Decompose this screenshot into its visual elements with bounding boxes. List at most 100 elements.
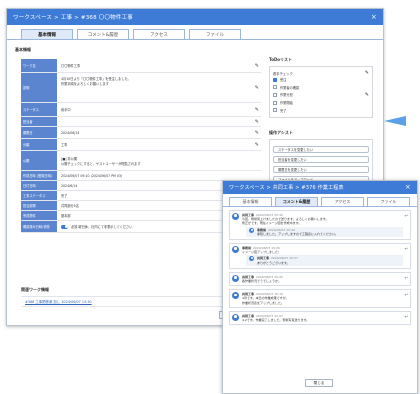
comment-item: 共同工事 2024/06/07 15:07 4.2です。作業完了しました。現場写真… xyxy=(229,310,411,326)
due-date-value: 2024/06/14 xyxy=(61,130,80,135)
reply-item: 事務局 2024/06/07 15:40 承知しました。アップしますので工程表に入… xyxy=(246,226,403,238)
row-label: 分類 xyxy=(21,139,57,150)
checkbox[interactable] xyxy=(273,85,277,90)
status-value: 着手中 xyxy=(61,108,71,112)
row-label: 工事ステータス xyxy=(21,191,57,200)
section-title-basic: 基本情報 xyxy=(15,47,31,52)
reply-time: 2024/06/07 15:57 xyxy=(271,256,298,261)
reply-author: 共同工事 xyxy=(257,256,270,261)
window-title: ワークスペース > 工事 > #368 〇〇物件工事 xyxy=(13,15,133,21)
todo-box: 着手チェック ✎ 受注 作業者の確認 作業分担 ✎ 作業開始 完了 xyxy=(269,66,373,118)
comment-body: 共同工事 2024/06/07 15:10 4月です。本日の作業成果ですが、 作業… xyxy=(242,292,403,305)
window-titlebar: ワークスペース > 工事 > #368 〇〇物件工事 × xyxy=(7,9,383,25)
todo-item-label: 作業分担 xyxy=(280,93,293,98)
todo-item[interactable]: 作業者の確認 xyxy=(273,83,369,90)
reply-icon[interactable]: ↩ xyxy=(405,246,408,266)
reply-text: ありがとうございます。 xyxy=(257,260,290,265)
table-row: 担当者 ✎ xyxy=(21,117,261,127)
row-label: ステータス xyxy=(21,103,57,116)
close-icon[interactable]: × xyxy=(371,13,377,21)
toggle-switch[interactable] xyxy=(61,224,68,229)
table-row: ワーク名 〇〇物件工事 ✎ xyxy=(21,59,261,73)
tab-files[interactable]: ファイル xyxy=(367,197,410,206)
row-value: [■] 非公開 公開チェックにすると、ゲストユーザーが閲覧されます xyxy=(57,151,261,170)
avatar xyxy=(232,246,239,254)
close-icon[interactable]: × xyxy=(405,184,411,191)
assist-title: 操作アシスト xyxy=(269,129,293,135)
confirm-value: 必須 曜日休、社内にて非表示してください xyxy=(71,225,133,229)
tab-comments-history[interactable]: コメント&履歴 xyxy=(77,29,129,39)
reply-icon[interactable]: ↩ xyxy=(405,213,408,237)
avatar xyxy=(249,256,254,262)
pencil-icon[interactable]: ✎ xyxy=(255,130,259,136)
assist-button-due[interactable]: 期限日を変更したい xyxy=(273,165,369,173)
comment-text: イメージ図アップしました！ xyxy=(242,250,281,255)
row-value: 〇〇物件工事 ✎ xyxy=(57,59,261,72)
row-label: ワーク名 xyxy=(21,59,57,72)
row-value: ✎ xyxy=(57,117,261,126)
checkbox[interactable] xyxy=(273,108,277,113)
close-button[interactable]: 閉じる xyxy=(305,379,333,387)
tab-basic-info[interactable]: 基本情報 xyxy=(21,29,73,39)
comment-body: 共同工事 2024/06/07 15:40 今回、現場見上げましたので送ります。よ… xyxy=(242,213,403,238)
tab-bar: 基本情報 コメント&履歴 アクセス ファイル xyxy=(223,194,417,207)
row-label: 説明 xyxy=(21,73,57,102)
comment-item: 共同工事 2024/06/07 15:40 今回、現場見上げましたので送ります。よ… xyxy=(229,210,411,241)
reply-body: 共同工事 2024/06/07 15:57 ありがとうございます。 xyxy=(257,256,298,264)
pencil-icon[interactable]: ✎ xyxy=(255,85,259,91)
checkbox[interactable] xyxy=(273,100,277,105)
tab-files[interactable]: ファイル xyxy=(189,29,241,39)
avatar xyxy=(232,292,239,300)
tab-access[interactable]: アクセス xyxy=(133,29,185,39)
window-title: ワークスペース > 共同工事 > #376 作業工程表 xyxy=(229,185,344,191)
reply-icon[interactable]: ↩ xyxy=(405,292,408,305)
tab-basic-info[interactable]: 基本情報 xyxy=(229,197,272,206)
reply-icon[interactable]: ↩ xyxy=(405,275,408,283)
todo-panel: ToDoリスト 着手チェック ✎ 受注 作業者の確認 作業分担 ✎ 作業開始 完了… xyxy=(269,57,373,187)
pencil-icon[interactable]: ✎ xyxy=(255,119,259,125)
todo-item[interactable]: 受注 xyxy=(273,76,369,83)
visibility-value: [■] 非公開 公開チェックにすると、ゲストユーザーが閲覧されます xyxy=(61,156,141,166)
tab-access[interactable]: アクセス xyxy=(321,197,364,206)
todo-group-label: 着手チェック xyxy=(273,71,293,76)
comment-body: 事務局 2024/06/07 15:30 イメージ図アップしました！ 共同工事 20… xyxy=(242,246,403,266)
comment-text: 今回、現場見上げましたので送ります。よろしくお願いします。 修正がです。現在イメ… xyxy=(242,217,329,226)
todo-item-label: 受注 xyxy=(280,78,287,83)
table-row: 期限日 2024/06/14 ✎ xyxy=(21,127,261,139)
comment-history-window: ワークスペース > 共同工事 > #376 作業工程表 × 基本情報 コメント&… xyxy=(222,180,418,394)
reply-icon[interactable]: ↩ xyxy=(405,314,408,322)
comment-item: 共同工事 2024/06/07 15:20 各作業状況でうでしょうか。 ↩ xyxy=(229,271,411,287)
work-name-value: 〇〇物件工事 xyxy=(61,64,81,68)
row-label: 公開 xyxy=(21,151,57,170)
row-label: 担当者 xyxy=(21,117,57,126)
row-value: 4月10日より「〇〇物件工事」を受注しました。 作業手順をよろしくお願いします … xyxy=(57,73,261,102)
assist-button-status[interactable]: ステータスを変更したい xyxy=(273,145,369,153)
tab-comments-history[interactable]: コメント&履歴 xyxy=(275,197,318,206)
pencil-icon[interactable]: ✎ xyxy=(255,107,259,113)
comment-body: 共同工事 2024/06/07 15:20 各作業状況でうでしょうか。 xyxy=(242,275,403,283)
comment-text: 4月です。本日の作業成果ですが、 作業状況表をアップしました。 xyxy=(242,296,289,305)
comment-list: 共同工事 2024/06/07 15:40 今回、現場見上げましたので送ります。よ… xyxy=(223,207,417,326)
avatar xyxy=(232,313,239,321)
pencil-icon[interactable]: ✎ xyxy=(255,63,259,69)
reply-body: 事務局 2024/06/07 15:40 承知しました。アップしますので工程表に入… xyxy=(257,228,338,236)
row-label: 期限日 xyxy=(21,127,57,138)
comment-text: 各作業状況でうでしょうか。 xyxy=(242,279,281,284)
row-label: 日付日時 xyxy=(21,181,57,190)
checkbox[interactable] xyxy=(273,92,277,97)
avatar xyxy=(249,227,254,233)
pencil-icon[interactable]: ✎ xyxy=(255,142,259,148)
row-label: 確認済み日時/状態 xyxy=(21,221,57,232)
todo-item[interactable]: 作業分担 ✎ xyxy=(273,91,369,99)
checkbox-checked[interactable] xyxy=(273,77,277,82)
pencil-icon[interactable]: ✎ xyxy=(365,92,369,98)
pencil-icon[interactable]: ✎ xyxy=(365,70,369,76)
table-row: 説明 4月10日より「〇〇物件工事」を受注しました。 作業手順をよろしくお願いし… xyxy=(21,73,261,103)
reply-text: 承知しました。アップしますので工程表に入れてください。 xyxy=(257,231,338,236)
todo-item[interactable]: 完了 xyxy=(273,107,369,114)
comment-item: 共同工事 2024/06/07 15:10 4月です。本日の作業成果ですが、 作業… xyxy=(229,289,411,308)
avatar xyxy=(232,213,239,220)
todo-item[interactable]: 作業開始 xyxy=(273,99,369,106)
row-value: 2024/06/14 ✎ xyxy=(57,127,261,138)
assist-button-assignee[interactable]: 担当者を変更したい xyxy=(273,155,369,163)
